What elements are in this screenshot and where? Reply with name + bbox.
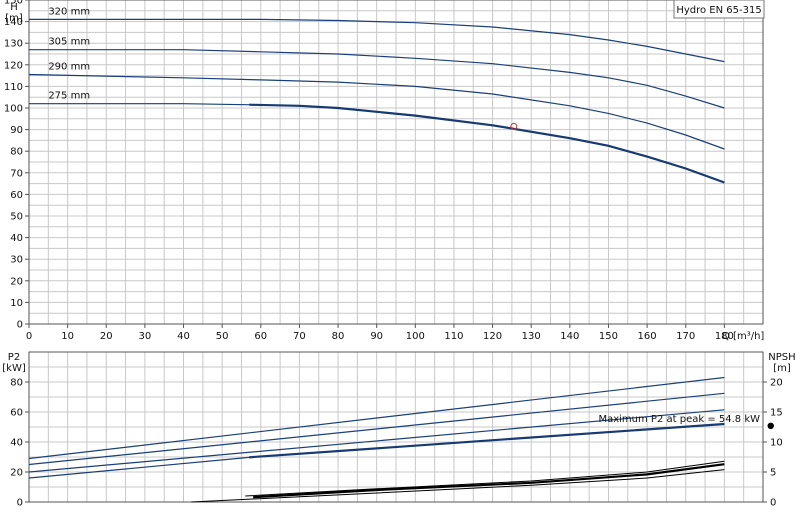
y-tick-label-right: 20 <box>770 378 783 389</box>
y-tick-label: 30 <box>10 255 23 266</box>
npsh-curve-1 <box>245 460 725 497</box>
x-tick-label: 140 <box>560 331 579 342</box>
x-tick-label: 60 <box>254 331 267 342</box>
chart-title: Hydro EN 65-315 <box>676 5 761 16</box>
x-tick-label: 110 <box>444 331 463 342</box>
x-tick-label: 100 <box>406 331 425 342</box>
x-tick-label: 130 <box>522 331 541 342</box>
x-tick-label: 80 <box>332 331 345 342</box>
y-tick-label-left: 0 <box>17 498 23 509</box>
y-tick-label-right: 0 <box>770 498 776 509</box>
y-tick-label: 0 <box>17 320 23 331</box>
y-axis-unit-p2: [kW] <box>2 363 26 374</box>
head-curve-operating <box>249 103 725 184</box>
x-tick-label: 40 <box>177 331 190 342</box>
x-tick-label: 10 <box>61 331 74 342</box>
x-tick-label: 160 <box>638 331 657 342</box>
curve-label: 305 mm <box>48 37 90 48</box>
x-tick-label: 90 <box>370 331 383 342</box>
y-tick-label-right: 10 <box>770 438 783 449</box>
y-tick-label-left: 60 <box>10 408 23 419</box>
head-chart-labels: 0 10 20 30 40 50 60 70 80 90 100 110 120 130 140 150 160… <box>4 0 734 342</box>
y-tick-label-left: 20 <box>10 468 23 479</box>
power-chart-curves <box>28 376 774 503</box>
y-tick-label-left: 40 <box>10 438 23 449</box>
y-tick-label-right: 5 <box>770 468 776 479</box>
y-tick-label: 60 <box>10 190 23 201</box>
curve-label: 290 mm <box>48 62 90 73</box>
y-axis-unit-h: [m] <box>5 13 23 24</box>
y-tick-label: 10 <box>10 298 23 309</box>
y-tick-label-right: 15 <box>770 408 783 419</box>
x-tick-label: 70 <box>293 331 306 342</box>
max-p2-annotation: Maximum P2 at peak = 54.8 kW <box>598 414 760 425</box>
y-tick-label: 70 <box>10 168 23 179</box>
y-axis-unit-npsh: [m] <box>773 363 791 374</box>
y-tick-label: 40 <box>10 233 23 244</box>
y-axis-label-p2: P2 <box>8 352 20 363</box>
y-tick-label: 100 <box>4 104 23 115</box>
y-axis-label-h: H <box>10 2 18 13</box>
head-chart-grid <box>28 0 764 325</box>
pump-performance-chart: 0 10 20 30 40 50 60 70 80 90 100 110 120 130 140 150 160… <box>2 0 796 509</box>
y-tick-label: 90 <box>10 125 23 136</box>
y-tick-label: 20 <box>10 276 23 287</box>
y-tick-label: 50 <box>10 212 23 223</box>
y-tick-label: 110 <box>4 82 23 93</box>
x-tick-label: 30 <box>139 331 152 342</box>
x-tick-label: 0 <box>26 331 32 342</box>
y-tick-label: 80 <box>10 147 23 158</box>
y-tick-label: 130 <box>4 39 23 50</box>
y-tick-label: 120 <box>4 60 23 71</box>
curve-label: 320 mm <box>48 6 90 17</box>
x-tick-label: 50 <box>216 331 229 342</box>
y-axis-label-npsh: NPSH <box>768 352 795 363</box>
x-tick-label: 120 <box>483 331 502 342</box>
x-tick-label: 170 <box>676 331 695 342</box>
power-curve-operating <box>249 422 725 459</box>
x-axis-label: Q [m³/h] <box>722 331 764 342</box>
y-tick-label-left: 80 <box>10 378 23 389</box>
npsh-curve-2 <box>253 463 725 499</box>
curve-label: 275 mm <box>48 91 90 102</box>
x-tick-label: 20 <box>100 331 113 342</box>
x-tick-label: 150 <box>599 331 618 342</box>
max-p2-marker <box>767 422 774 429</box>
